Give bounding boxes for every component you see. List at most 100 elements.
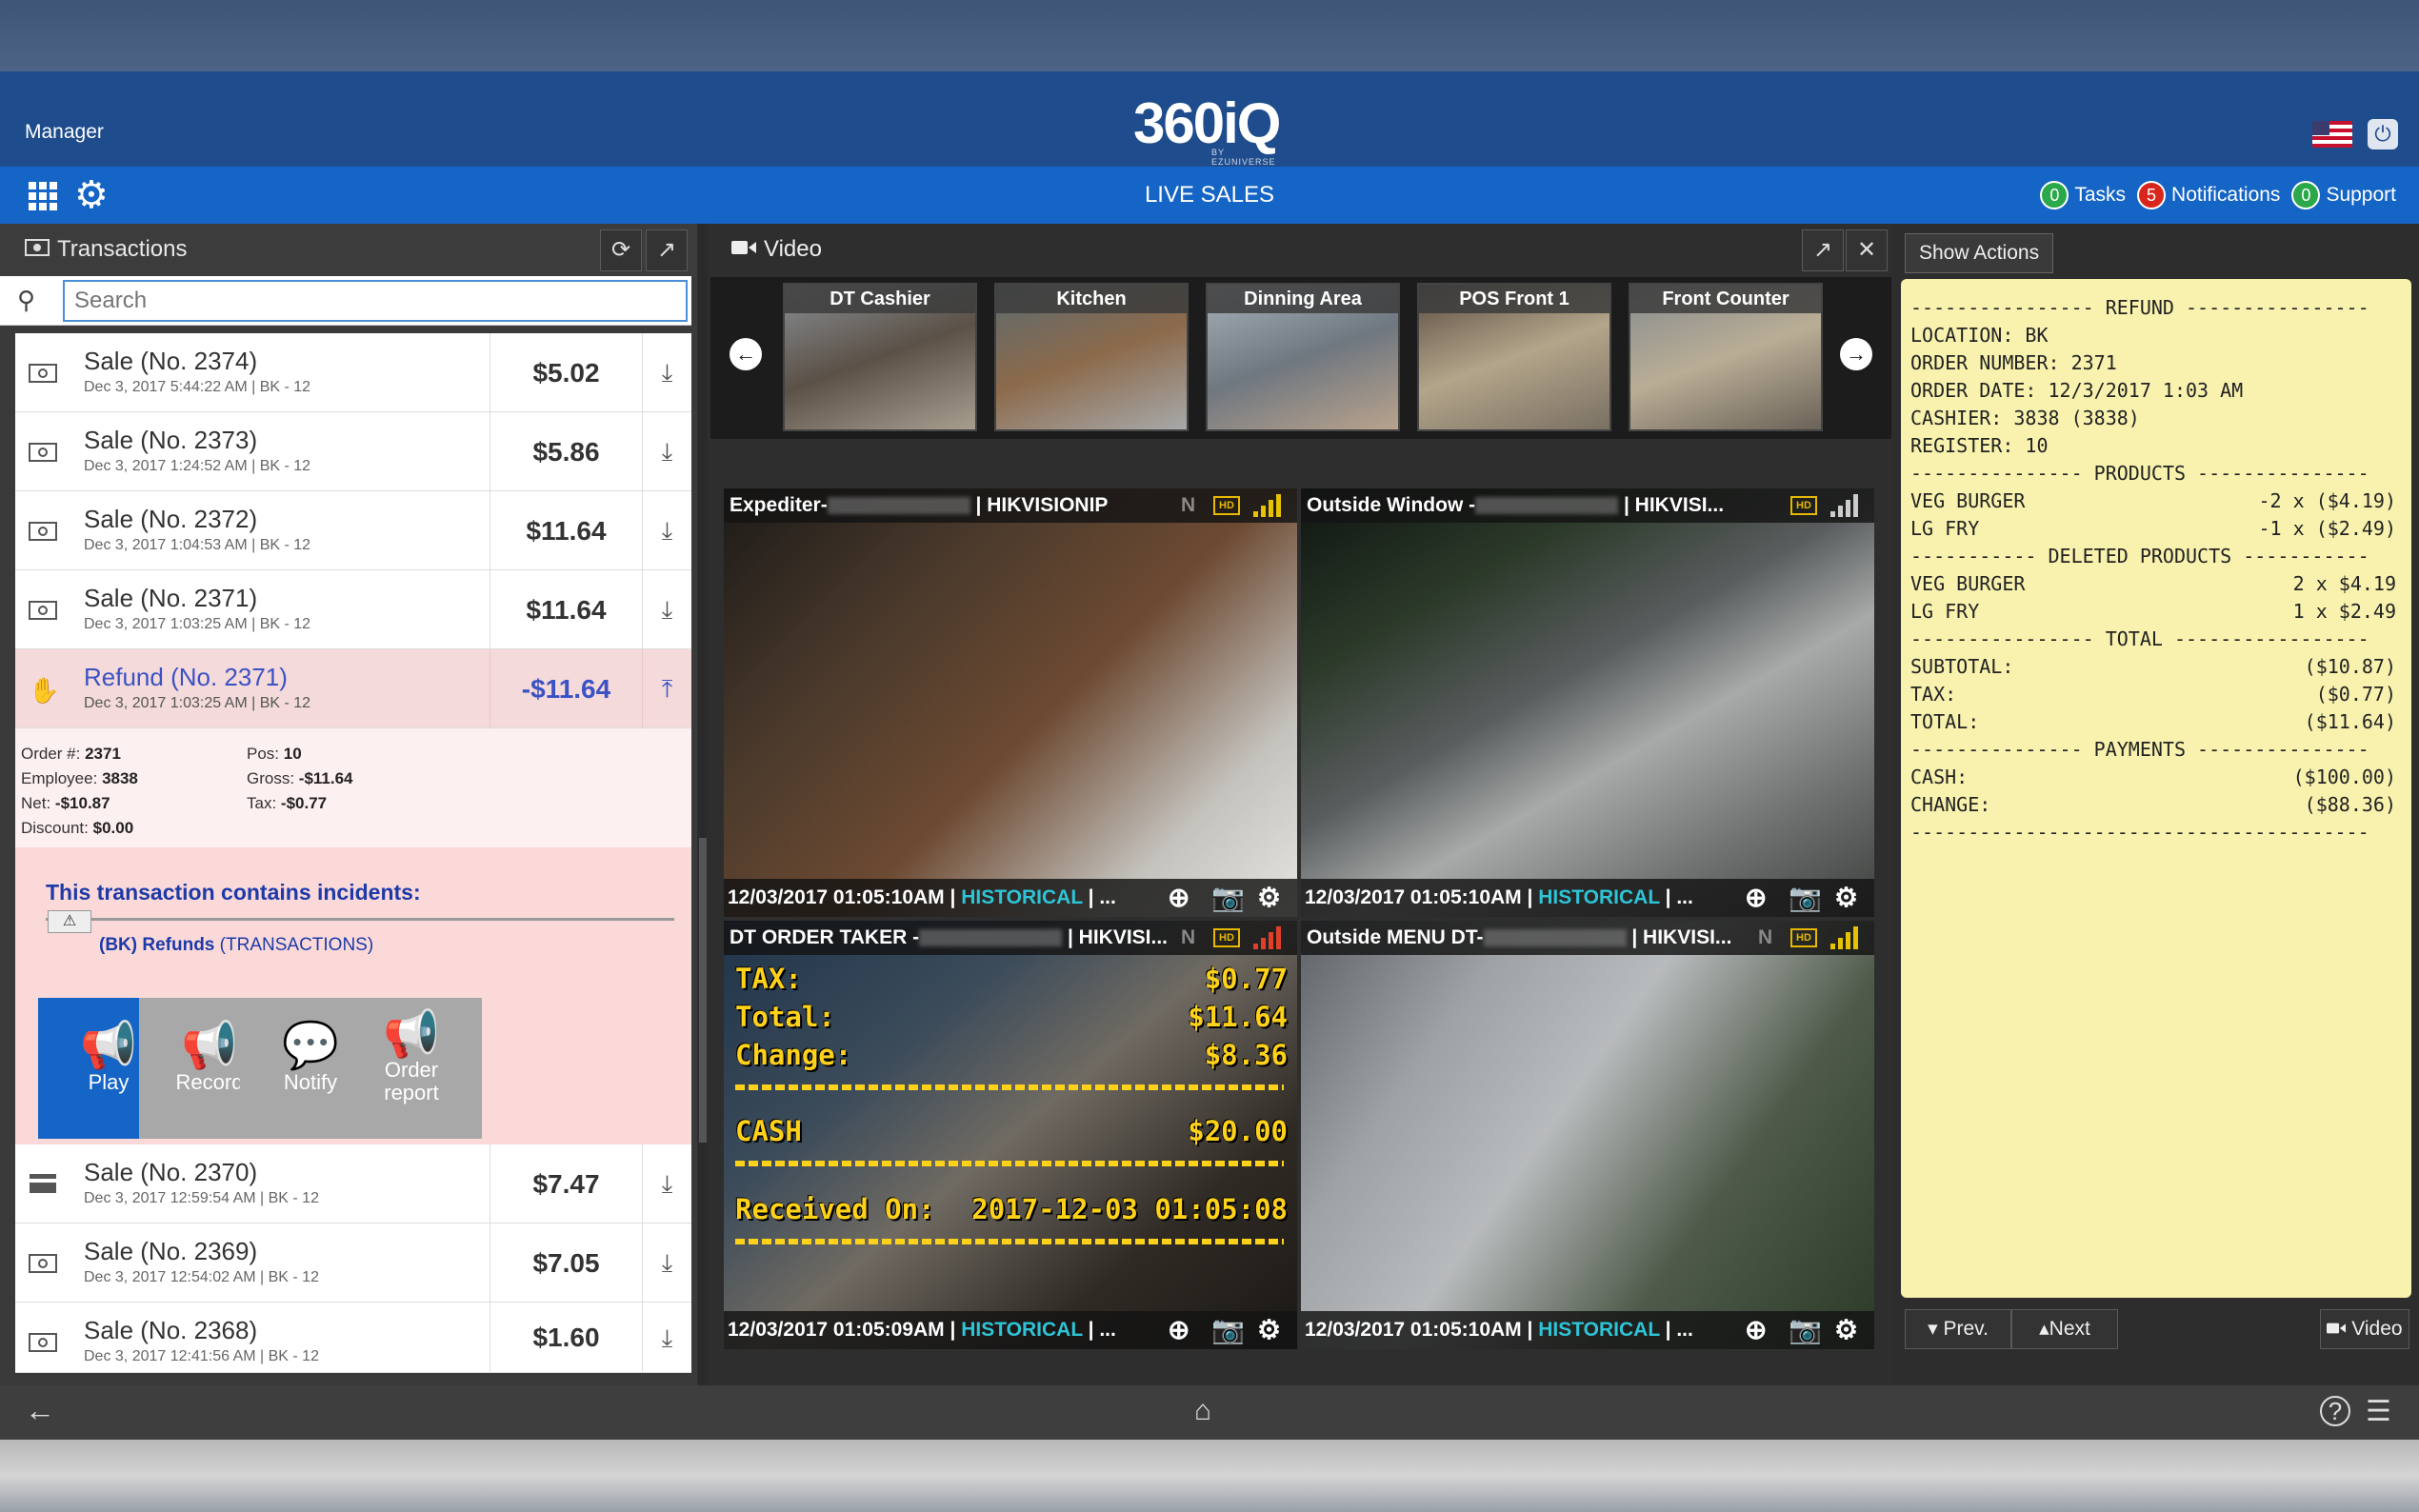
download-icon[interactable]: ⤓: [642, 412, 691, 491]
ptz-icon[interactable]: ⊕: [1745, 879, 1767, 917]
transaction-row[interactable]: Sale (No. 2373) Dec 3, 2017 1:24:52 AM |…: [15, 412, 691, 491]
ptz-icon[interactable]: ⊕: [1745, 1311, 1767, 1349]
receipt-line-label: CHANGE:: [1910, 793, 1991, 816]
camera-thumbnail[interactable]: Front Counter: [1629, 283, 1823, 431]
gear-icon[interactable]: ⚙: [1834, 879, 1858, 917]
camera-feed[interactable]: Outside MENU DT- | HIKVISI... N HD 12/03…: [1301, 921, 1874, 1349]
help-icon[interactable]: ?: [2320, 1396, 2350, 1426]
camera-feed[interactable]: Expediter- | HIKVISIONIP N HD 12/03/2017…: [724, 488, 1297, 917]
search-input[interactable]: [63, 280, 688, 322]
blurred-ip: [827, 497, 970, 515]
transactions-panel: Transactions ⟳ ↗ ⚲ Sale (No. 2374) Dec 3…: [0, 224, 697, 1385]
incident-link[interactable]: (BK) Refunds (TRANSACTIONS): [99, 935, 373, 956]
camera-snapshot-icon[interactable]: 📷: [1789, 879, 1822, 917]
thumbnail-label: Kitchen: [996, 285, 1187, 313]
signal-icon: [1253, 926, 1282, 949]
receipt-line-value: -1 x ($2.49): [2258, 517, 2397, 540]
ptz-icon[interactable]: ⊕: [1168, 879, 1190, 917]
show-actions-button[interactable]: Show Actions: [1905, 233, 2054, 273]
upload-icon[interactable]: ⤒: [642, 649, 691, 728]
pos-overlay-received-label: Received On:: [735, 1193, 935, 1225]
transaction-row[interactable]: Sale (No. 2374) Dec 3, 2017 5:44:22 AM |…: [15, 333, 691, 412]
discount-value: $0.00: [92, 819, 134, 837]
app-footer: ← ⌂ ? ☰: [0, 1385, 2419, 1440]
next-button[interactable]: ▴Next: [2011, 1309, 2118, 1349]
pos-overlay-change-label: Change:: [735, 1039, 852, 1071]
transaction-row[interactable]: Sale (No. 2368) Dec 3, 2017 12:41:56 AM …: [15, 1303, 691, 1373]
user-role-label[interactable]: Manager: [25, 121, 104, 144]
pos-label: Pos:: [247, 745, 280, 763]
search-icon: ⚲: [17, 286, 36, 314]
camera-status-bar: 12/03/2017 01:05:10AM | HISTORICAL | ...…: [724, 879, 1297, 917]
list-menu-icon[interactable]: ☰: [2366, 1395, 2391, 1428]
money-icon: [25, 236, 50, 263]
caret-up-icon: ▴: [2039, 1318, 2049, 1340]
transaction-row[interactable]: Sale (No. 2371) Dec 3, 2017 1:03:25 AM |…: [15, 570, 691, 649]
apps-grid-icon[interactable]: [29, 182, 57, 210]
close-icon[interactable]: ✕: [1846, 229, 1888, 271]
order-report-button[interactable]: 📢 Order report: [341, 998, 482, 1139]
transactions-scrollbar[interactable]: [699, 224, 707, 1385]
back-arrow-icon[interactable]: ←: [25, 1393, 55, 1428]
camera-snapshot-icon[interactable]: 📷: [1211, 1311, 1245, 1349]
camera-thumbnail[interactable]: Dinning Area: [1206, 283, 1400, 431]
camera-source: | HIKVISI...: [1062, 926, 1169, 948]
download-icon[interactable]: ⤓: [642, 1303, 691, 1373]
camera-feed[interactable]: Outside Window - | HIKVISI... HD 12/03/2…: [1301, 488, 1874, 917]
receipt-line-value: ($11.64): [2304, 710, 2396, 733]
video-camera-icon: [2327, 1318, 2351, 1340]
cash-icon: [29, 518, 57, 547]
arrow-left-icon[interactable]: ←: [730, 338, 762, 370]
transactions-title: Transactions: [57, 236, 188, 262]
notifications-link[interactable]: 5 Notifications: [2137, 181, 2280, 209]
prev-button[interactable]: ▾ Prev.: [1905, 1309, 2011, 1349]
home-icon[interactable]: ⌂: [1194, 1395, 1211, 1427]
gear-icon[interactable]: ⚙: [1257, 879, 1281, 917]
transaction-meta: Dec 3, 2017 1:03:25 AM | BK - 12: [84, 695, 311, 711]
gear-icon[interactable]: ⚙: [1834, 1311, 1858, 1349]
pos-overlay-tax-value: $0.77: [1204, 963, 1288, 995]
expand-icon[interactable]: ↗: [1802, 229, 1844, 271]
camera-snapshot-icon[interactable]: 📷: [1211, 879, 1245, 917]
download-icon[interactable]: ⤓: [642, 1144, 691, 1224]
arrow-right-icon[interactable]: →: [1840, 338, 1872, 370]
selected-transaction-row[interactable]: ✋ Refund (No. 2371) Dec 3, 2017 1:03:25 …: [15, 649, 691, 728]
order-value: 2371: [85, 745, 121, 763]
transaction-amount: $11.64: [490, 491, 642, 570]
net-label: Net:: [21, 794, 51, 812]
support-link[interactable]: 0 Support: [2291, 181, 2396, 209]
download-icon[interactable]: ⤓: [642, 1224, 691, 1303]
camera-feed[interactable]: DT ORDER TAKER - | HIKVISI... N HD TAX: …: [724, 921, 1297, 1349]
settings-gear-icon[interactable]: ⚙: [74, 176, 109, 214]
camera-name: Outside MENU DT-: [1307, 926, 1484, 948]
camera-thumbnail[interactable]: Kitchen: [994, 283, 1189, 431]
us-flag-icon[interactable]: [2312, 121, 2352, 148]
signal-icon: [1253, 494, 1282, 517]
camera-snapshot-icon[interactable]: 📷: [1789, 1311, 1822, 1349]
receipt-line: LG FRY 1 x $2.49: [1910, 600, 2396, 627]
transaction-row[interactable]: Sale (No. 2372) Dec 3, 2017 1:04:53 AM |…: [15, 491, 691, 570]
download-icon[interactable]: ⤓: [642, 491, 691, 570]
camera-mode: HISTORICAL: [1538, 886, 1660, 908]
download-icon[interactable]: ⤓: [642, 333, 691, 412]
tasks-link[interactable]: 0 Tasks: [2040, 181, 2126, 209]
video-button-label: Video: [2351, 1318, 2403, 1340]
video-button[interactable]: Video: [2320, 1309, 2409, 1349]
camera-thumbnail[interactable]: DT Cashier: [783, 283, 977, 431]
refresh-icon[interactable]: ⟳: [600, 229, 642, 271]
download-icon[interactable]: ⤓: [642, 570, 691, 649]
transaction-row[interactable]: Sale (No. 2370) Dec 3, 2017 12:59:54 AM …: [15, 1144, 691, 1224]
power-icon[interactable]: ⏻: [2368, 119, 2398, 149]
pos-overlay-cash-label: CASH: [735, 1115, 802, 1147]
receipt-line-label: TAX:: [1910, 683, 1957, 706]
transaction-row[interactable]: Sale (No. 2369) Dec 3, 2017 12:54:02 AM …: [15, 1224, 691, 1303]
hd-badge-icon: HD: [1790, 496, 1817, 515]
gear-icon[interactable]: ⚙: [1257, 1311, 1281, 1349]
transaction-amount: $5.02: [490, 333, 642, 412]
ptz-icon[interactable]: ⊕: [1168, 1311, 1190, 1349]
camera-thumbnail[interactable]: POS Front 1: [1417, 283, 1611, 431]
transaction-name: Sale (No. 2374): [84, 347, 258, 375]
transactions-scroll-thumb[interactable]: [699, 838, 707, 1143]
camera-mode: HISTORICAL: [961, 1319, 1083, 1341]
expand-icon[interactable]: ↗: [646, 229, 688, 271]
